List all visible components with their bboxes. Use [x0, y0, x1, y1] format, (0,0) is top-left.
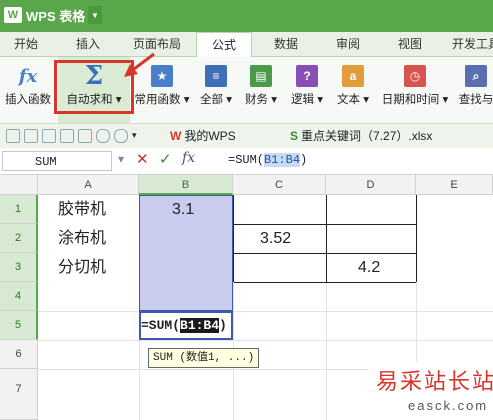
row-header-4[interactable]: 4 — [0, 282, 38, 311]
lookup-icon: ⌕ — [465, 65, 487, 87]
column-header-b[interactable]: B — [139, 175, 233, 195]
clock-icon: ◷ — [404, 65, 426, 87]
row-header-3[interactable]: 3 — [0, 253, 38, 282]
pointer-arrow-icon — [124, 52, 155, 77]
customize-dropdown-icon[interactable]: ▾ — [132, 129, 144, 141]
cell-a3[interactable]: 分切机 — [58, 253, 106, 282]
undo-icon[interactable] — [96, 129, 110, 143]
table-border — [233, 282, 416, 283]
datetime-button[interactable]: ◷ 日期和时间 ▾ — [378, 57, 452, 123]
cell-d3[interactable]: 4.2 — [358, 253, 380, 282]
row-header-5[interactable]: 5 — [0, 311, 38, 340]
new-file-icon[interactable] — [6, 129, 20, 143]
watermark-cn: 易采站长站 — [376, 369, 493, 394]
text-functions-button[interactable]: a 文本 ▾ — [332, 57, 374, 123]
column-header-a[interactable]: A — [38, 175, 139, 195]
ribbon-tabs: 开始 插入 页面布局 公式 数据 审阅 视图 开发工具 — [0, 32, 493, 58]
select-all-corner[interactable] — [0, 175, 38, 195]
app-title: WPS 表格 — [26, 8, 86, 24]
logic-button[interactable]: ? 逻辑 ▾ — [286, 57, 328, 123]
list-icon: ≡ — [205, 65, 227, 87]
column-header-c[interactable]: C — [233, 175, 326, 195]
tab-formulas[interactable]: 公式 — [196, 32, 252, 58]
print-icon[interactable] — [42, 129, 56, 143]
gridline — [38, 340, 493, 341]
cancel-icon[interactable]: ✕ — [136, 150, 149, 168]
text-a-icon: a — [342, 65, 364, 87]
cell-b1[interactable]: 3.1 — [172, 195, 194, 224]
row-header-2[interactable]: 2 — [0, 224, 38, 253]
finance-icon: ▤ — [250, 65, 272, 87]
question-icon: ? — [296, 65, 318, 87]
wps-logo-icon: W — [4, 7, 22, 23]
cell-b5-editor[interactable]: =SUM(B1:B4) — [139, 311, 233, 340]
format-painter-icon[interactable] — [78, 129, 92, 143]
watermark: 易采站长站 easck.com — [368, 362, 493, 420]
table-border — [326, 195, 327, 282]
formula-range-ref: B1:B4 — [264, 153, 301, 167]
app-dropdown-icon[interactable]: ▼ — [88, 6, 102, 24]
table-border — [233, 253, 416, 254]
cell-a1[interactable]: 胶带机 — [58, 195, 106, 224]
row-header-6[interactable]: 6 — [0, 340, 38, 369]
table-border — [416, 195, 417, 282]
table-border — [233, 195, 234, 282]
formula-input[interactable]: =SUM(B1:B4) — [228, 153, 307, 167]
preview-icon[interactable] — [60, 129, 74, 143]
namebox-dropdown-icon[interactable]: ▾ — [118, 152, 124, 166]
row-header-7[interactable]: 7 — [0, 369, 38, 420]
tab-home[interactable]: 开始 — [0, 32, 52, 56]
column-header-d[interactable]: D — [326, 175, 416, 195]
gridline — [38, 311, 493, 312]
function-hint-tooltip: SUM (数值1, ...) — [148, 348, 260, 368]
quick-access-bar: ▾ W 我的WPS S 重点关键词（7.27）.xlsx — [0, 124, 493, 149]
fx-formula-icon[interactable]: fx — [182, 150, 195, 166]
doc-tab-xlsx[interactable]: S 重点关键词（7.27）.xlsx — [290, 126, 432, 146]
column-header-e[interactable]: E — [416, 175, 493, 195]
watermark-en: easck.com — [408, 398, 489, 413]
fx-icon: fx — [18, 65, 38, 87]
name-box[interactable]: SUM — [2, 151, 112, 171]
all-functions-button[interactable]: ≡ 全部 ▾ — [196, 57, 236, 123]
tab-developer[interactable]: 开发工具 — [446, 32, 493, 56]
spreadsheet-icon: S — [290, 129, 299, 143]
redo-icon[interactable] — [114, 129, 128, 143]
lookup-button[interactable]: ⌕ 查找与 — [456, 57, 493, 123]
tab-insert[interactable]: 插入 — [62, 32, 114, 56]
wps-red-logo-icon: W — [170, 129, 182, 143]
insert-function-button[interactable]: fx 插入函数 — [0, 57, 56, 123]
doc-tab-mywps[interactable]: W 我的WPS — [170, 126, 236, 146]
tab-view[interactable]: 视图 — [384, 32, 436, 56]
cell-a2[interactable]: 涂布机 — [58, 224, 106, 253]
save-icon[interactable] — [24, 129, 38, 143]
tab-data[interactable]: 数据 — [260, 32, 312, 56]
row-header-1[interactable]: 1 — [0, 195, 38, 224]
editor-range-ref: B1:B4 — [180, 318, 220, 333]
cell-c2[interactable]: 3.52 — [260, 224, 291, 253]
tab-review[interactable]: 审阅 — [322, 32, 374, 56]
confirm-icon[interactable]: ✓ — [159, 150, 172, 168]
finance-button[interactable]: ▤ 财务 ▾ — [240, 57, 282, 123]
